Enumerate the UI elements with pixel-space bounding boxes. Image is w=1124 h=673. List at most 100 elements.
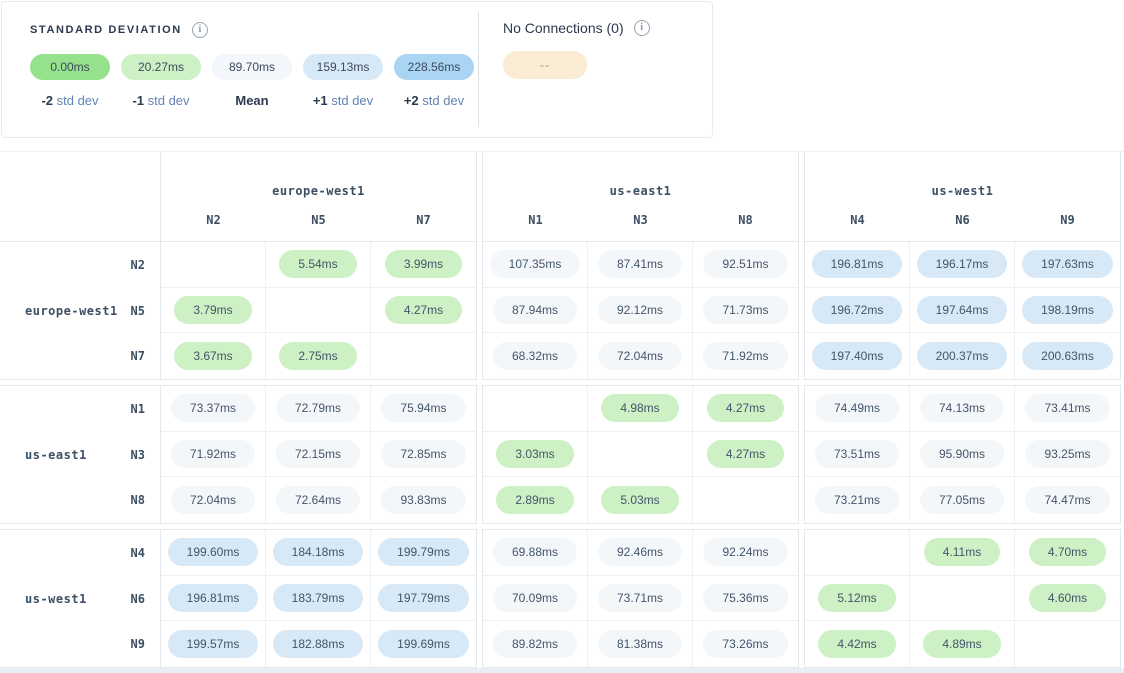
latency-pill[interactable]: 196.81ms (168, 584, 259, 612)
latency-cell[interactable] (483, 386, 588, 432)
latency-pill[interactable]: 107.35ms (490, 250, 581, 278)
latency-cell[interactable]: 199.60ms (161, 530, 266, 576)
latency-pill[interactable]: 95.90ms (920, 440, 1004, 468)
latency-cell[interactable]: 4.70ms (1015, 530, 1120, 576)
latency-cell[interactable]: 72.64ms (266, 477, 371, 523)
no-connections-info-icon[interactable]: i (634, 20, 650, 36)
latency-pill[interactable]: 77.05ms (920, 486, 1004, 514)
latency-cell[interactable]: 73.71ms (588, 576, 693, 622)
latency-pill[interactable]: 72.15ms (276, 440, 360, 468)
latency-cell[interactable]: 4.27ms (693, 432, 798, 478)
latency-pill[interactable]: 4.27ms (707, 394, 784, 422)
latency-pill[interactable]: 197.40ms (812, 342, 903, 370)
latency-cell[interactable]: 92.24ms (693, 530, 798, 576)
latency-cell[interactable]: 200.63ms (1015, 333, 1120, 379)
latency-cell[interactable] (161, 242, 266, 288)
latency-pill[interactable]: 75.36ms (703, 584, 787, 612)
latency-cell[interactable]: 198.19ms (1015, 288, 1120, 334)
latency-cell[interactable]: 3.67ms (161, 333, 266, 379)
latency-cell[interactable] (1015, 621, 1120, 667)
latency-pill[interactable]: 87.41ms (598, 250, 682, 278)
latency-cell[interactable]: 200.37ms (910, 333, 1015, 379)
latency-cell[interactable]: 4.89ms (910, 621, 1015, 667)
latency-cell[interactable]: 197.79ms (371, 576, 476, 622)
latency-pill[interactable]: 196.81ms (812, 250, 903, 278)
latency-pill[interactable]: 199.69ms (378, 630, 469, 658)
latency-cell[interactable]: 89.82ms (483, 621, 588, 667)
latency-pill[interactable]: 93.25ms (1025, 440, 1109, 468)
latency-cell[interactable]: 74.47ms (1015, 477, 1120, 523)
latency-cell[interactable]: 197.63ms (1015, 242, 1120, 288)
latency-cell[interactable]: 75.36ms (693, 576, 798, 622)
latency-cell[interactable]: 3.03ms (483, 432, 588, 478)
latency-pill[interactable]: 68.32ms (493, 342, 577, 370)
latency-cell[interactable] (266, 288, 371, 334)
latency-pill[interactable]: 87.94ms (493, 296, 577, 324)
latency-cell[interactable]: 199.69ms (371, 621, 476, 667)
latency-pill[interactable]: 199.57ms (168, 630, 259, 658)
latency-pill[interactable]: 72.04ms (598, 342, 682, 370)
latency-pill[interactable]: 5.54ms (279, 250, 356, 278)
std-deviation-info-icon[interactable]: i (192, 22, 208, 38)
latency-cell[interactable]: 5.03ms (588, 477, 693, 523)
latency-cell[interactable] (693, 477, 798, 523)
latency-pill[interactable]: 72.04ms (171, 486, 255, 514)
latency-cell[interactable]: 93.25ms (1015, 432, 1120, 478)
latency-pill[interactable]: 4.70ms (1029, 538, 1106, 566)
latency-cell[interactable]: 3.79ms (161, 288, 266, 334)
latency-cell[interactable]: 93.83ms (371, 477, 476, 523)
latency-cell[interactable]: 4.42ms (805, 621, 910, 667)
latency-cell[interactable]: 4.27ms (371, 288, 476, 334)
latency-pill[interactable]: 89.82ms (493, 630, 577, 658)
latency-cell[interactable]: 182.88ms (266, 621, 371, 667)
latency-cell[interactable]: 4.60ms (1015, 576, 1120, 622)
latency-pill[interactable]: 74.13ms (920, 394, 1004, 422)
latency-cell[interactable] (371, 333, 476, 379)
latency-cell[interactable] (910, 576, 1015, 622)
latency-pill[interactable]: 197.63ms (1022, 250, 1113, 278)
latency-cell[interactable]: 184.18ms (266, 530, 371, 576)
latency-pill[interactable]: 73.51ms (815, 440, 899, 468)
latency-pill[interactable]: 70.09ms (493, 584, 577, 612)
latency-pill[interactable]: 199.60ms (168, 538, 259, 566)
latency-cell[interactable]: 68.32ms (483, 333, 588, 379)
latency-cell[interactable]: 92.51ms (693, 242, 798, 288)
latency-cell[interactable]: 2.75ms (266, 333, 371, 379)
latency-cell[interactable]: 196.81ms (161, 576, 266, 622)
latency-pill[interactable]: 73.21ms (815, 486, 899, 514)
latency-cell[interactable]: 196.81ms (805, 242, 910, 288)
latency-cell[interactable]: 72.85ms (371, 432, 476, 478)
latency-cell[interactable]: 74.49ms (805, 386, 910, 432)
latency-pill[interactable]: 183.79ms (273, 584, 364, 612)
latency-pill[interactable]: 71.73ms (703, 296, 787, 324)
latency-cell[interactable]: 196.72ms (805, 288, 910, 334)
latency-pill[interactable]: 3.67ms (174, 342, 251, 370)
latency-cell[interactable]: 95.90ms (910, 432, 1015, 478)
latency-cell[interactable]: 73.26ms (693, 621, 798, 667)
latency-pill[interactable]: 71.92ms (703, 342, 787, 370)
latency-cell[interactable]: 4.98ms (588, 386, 693, 432)
latency-pill[interactable]: 5.12ms (818, 584, 895, 612)
latency-pill[interactable]: 73.41ms (1025, 394, 1109, 422)
latency-cell[interactable]: 72.15ms (266, 432, 371, 478)
latency-pill[interactable]: 75.94ms (381, 394, 465, 422)
latency-pill[interactable]: 2.75ms (279, 342, 356, 370)
latency-cell[interactable]: 71.92ms (693, 333, 798, 379)
latency-pill[interactable]: 69.88ms (493, 538, 577, 566)
latency-pill[interactable]: 92.24ms (703, 538, 787, 566)
latency-pill[interactable]: 73.26ms (703, 630, 787, 658)
latency-pill[interactable]: 184.18ms (273, 538, 364, 566)
latency-pill[interactable]: 74.49ms (815, 394, 899, 422)
latency-pill[interactable]: 197.79ms (378, 584, 469, 612)
latency-pill[interactable]: 73.37ms (171, 394, 255, 422)
latency-pill[interactable]: 200.37ms (917, 342, 1008, 370)
latency-pill[interactable]: 3.03ms (496, 440, 573, 468)
latency-cell[interactable]: 2.89ms (483, 477, 588, 523)
latency-pill[interactable]: 93.83ms (381, 486, 465, 514)
latency-pill[interactable]: 92.12ms (598, 296, 682, 324)
latency-cell[interactable]: 92.46ms (588, 530, 693, 576)
latency-pill[interactable]: 72.79ms (276, 394, 360, 422)
latency-pill[interactable]: 92.51ms (703, 250, 787, 278)
latency-pill[interactable]: 5.03ms (601, 486, 678, 514)
latency-cell[interactable]: 81.38ms (588, 621, 693, 667)
